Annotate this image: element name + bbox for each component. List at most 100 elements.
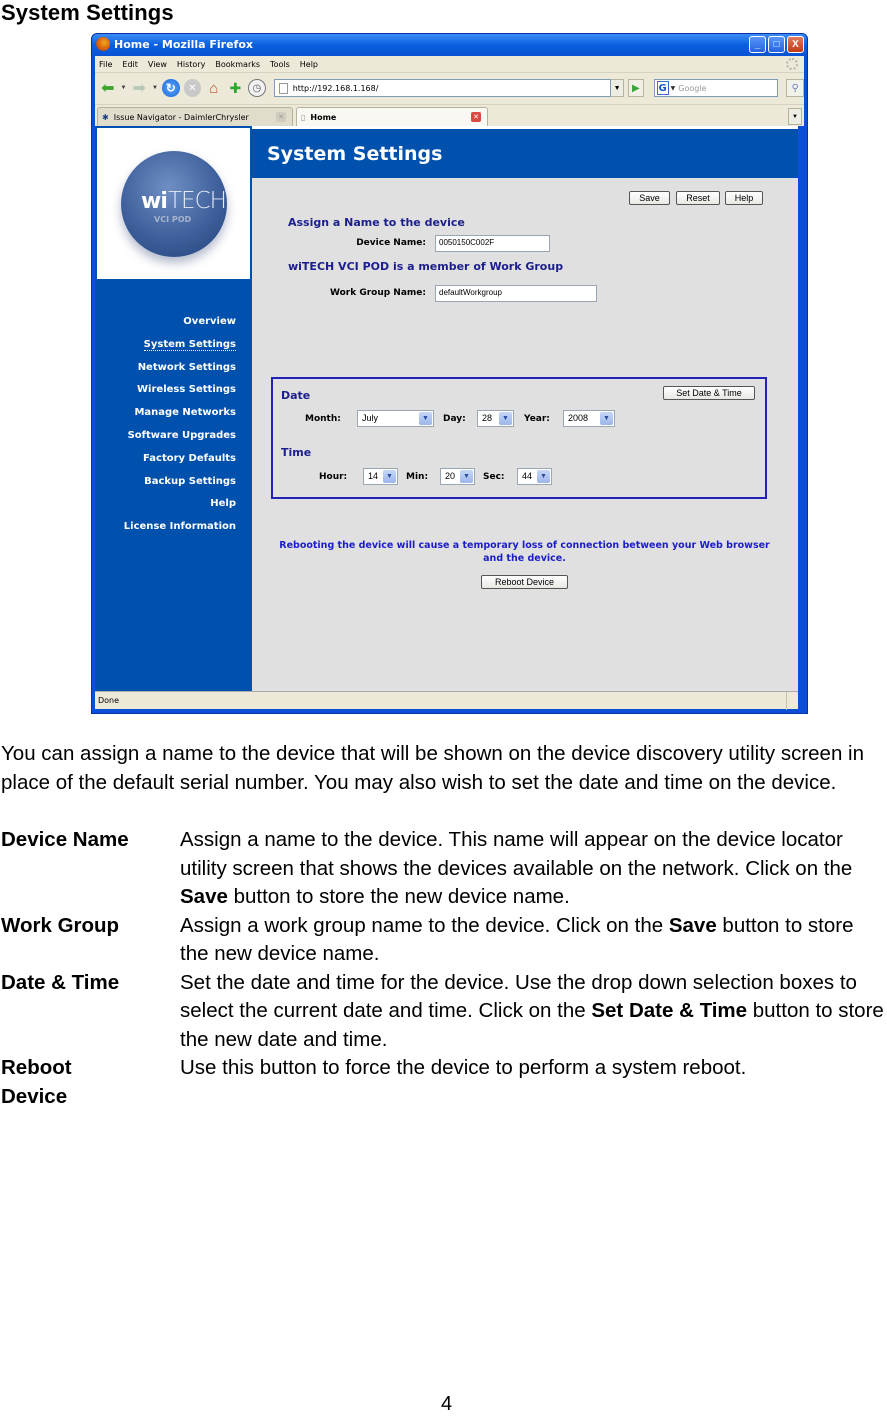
logo-wi: wi [141,189,168,214]
month-select[interactable]: July ▼ [357,410,434,427]
sidebar-item-wireless-settings[interactable]: Wireless Settings [124,384,236,407]
search-placeholder: Google [678,83,707,93]
witech-logo: wi TECH VCI POD [121,151,227,257]
logo-subtitle: VCI POD [154,215,192,224]
new-bookmark-icon[interactable]: ✚ [227,79,245,97]
definition-description: Set the date and time for the device. Us… [180,970,884,1051]
hour-select[interactable]: 14 ▼ [363,468,398,485]
tab-close-icon[interactable]: ✕ [471,112,481,122]
sidebar-item-license-information[interactable]: License Information [124,521,236,544]
hour-label: Hour: [319,472,348,482]
chevron-down-icon: ▼ [419,412,432,425]
browser-chrome: File Edit View History Bookmarks Tools H… [95,56,804,126]
search-engine-icon[interactable]: G [656,81,669,95]
save-button[interactable]: Save [629,191,670,205]
search-bar[interactable]: G ▼ Google [653,79,779,97]
sidebar-item-help[interactable]: Help [124,498,236,521]
device-name-label: Device Name: [356,238,426,248]
url-bar[interactable]: http://192.168.1.168/ [273,79,612,97]
definitions-list: Device Name Assign a name to the device.… [1,826,887,1111]
title-bar: Home - Mozilla Firefox _ □ X [92,34,807,56]
search-magnifier-icon[interactable]: ⚲ [786,79,804,97]
page-icon: ▯ [301,112,306,122]
maximize-button[interactable]: □ [768,36,785,53]
go-icon[interactable]: ▶ [627,79,644,97]
tab-label: Issue Navigator - DaimlerChrysler [113,112,249,122]
page-icon [278,83,288,94]
menu-help[interactable]: Help [300,60,318,69]
workgroup-name-input[interactable]: defaultWorkgroup [435,285,597,302]
minimize-button[interactable]: _ [749,36,766,53]
workgroup-name-label: Work Group Name: [329,288,426,298]
sidebar-item-software-upgrades[interactable]: Software Upgrades [124,430,236,453]
sidebar-item-system-settings[interactable]: System Settings [124,338,236,362]
date-time-panel: Date Set Date & Time Month: July ▼ Day: 2… [271,377,767,499]
sec-select[interactable]: 44 ▼ [517,468,552,485]
forward-history-dropdown-icon[interactable]: ▼ [152,85,158,91]
min-select[interactable]: 20 ▼ [440,468,475,485]
sidebar-nav: Overview System Settings Network Setting… [124,316,236,544]
stop-icon[interactable]: ✕ [183,79,202,97]
reboot-warning: Rebooting the device will cause a tempor… [279,540,770,564]
year-select[interactable]: 2008 ▼ [563,410,615,427]
sidebar-item-manage-networks[interactable]: Manage Networks [124,407,236,430]
page-banner: System Settings [252,126,798,178]
intro-paragraph: You can assign a name to the device that… [1,742,865,794]
definition-term: Work Group [1,913,120,937]
device-name-input[interactable]: 0050150C002F [435,235,550,252]
reset-button[interactable]: Reset [676,191,720,205]
definition-term: Device Name [1,828,129,851]
tab-bar: ✱ Issue Navigator - DaimlerChrysler ✕ ▯ … [95,104,804,126]
document-heading: System Settings [1,0,174,25]
home-icon[interactable]: ⌂ [205,79,223,97]
menu-tools[interactable]: Tools [270,60,290,69]
reboot-device-button[interactable]: Reboot Device [481,575,568,589]
main-content: System Settings Save Reset Help Assign a… [252,126,798,691]
close-button[interactable]: X [787,36,804,53]
logo-panel: wi TECH VCI POD [97,128,250,279]
chevron-down-icon: ▼ [383,470,396,483]
definition-device-name: Device Name Assign a name to the device.… [1,826,887,912]
status-bar: Done [95,691,798,710]
back-history-dropdown-icon[interactable]: ▼ [121,85,127,91]
tab-home[interactable]: ▯ Home ✕ [296,107,488,126]
sec-label: Sec: [483,472,505,482]
status-text: Done [98,696,120,705]
menu-bookmarks[interactable]: Bookmarks [215,60,260,69]
tab-close-icon[interactable]: ✕ [276,112,286,122]
year-label: Year: [524,414,550,424]
sidebar-item-factory-defaults[interactable]: Factory Defaults [124,453,236,476]
reload-icon[interactable]: ↻ [161,79,180,97]
menu-view[interactable]: View [148,60,167,69]
help-button[interactable]: Help [725,191,763,205]
url-text: http://192.168.1.168/ [292,83,379,93]
definition-term: Reboot Device [1,1056,72,1108]
back-icon[interactable]: ⬅ [99,79,117,97]
tab-issue-navigator[interactable]: ✱ Issue Navigator - DaimlerChrysler ✕ [97,107,293,126]
window-title: Home - Mozilla Firefox [114,38,253,51]
min-label: Min: [406,472,429,482]
menu-history[interactable]: History [177,60,205,69]
chevron-down-icon: ▼ [537,470,550,483]
search-engine-dropdown-icon[interactable]: ▼ [671,85,676,92]
sidebar-item-network-settings[interactable]: Network Settings [124,362,236,385]
tab-list-dropdown-icon[interactable]: ▼ [788,108,802,125]
chevron-down-icon: ▼ [460,470,473,483]
history-clock-icon[interactable]: ◷ [248,79,266,97]
forward-icon[interactable]: ➡ [130,79,148,97]
definition-work-group: Work Group Assign a work group name to t… [1,912,887,969]
month-label: Month: [305,414,341,424]
chevron-down-icon: ▼ [600,412,613,425]
resize-grip-icon[interactable] [786,692,798,710]
menu-edit[interactable]: Edit [122,60,138,69]
time-heading: Time [281,446,312,459]
menu-file[interactable]: File [99,60,112,69]
url-dropdown-icon[interactable]: ▼ [610,79,624,97]
day-select[interactable]: 28 ▼ [477,410,514,427]
navigation-toolbar: ⬅ ▼ ➡ ▼ ↻ ✕ ⌂ ✚ ◷ http://192.168.1.168/ … [95,74,804,102]
set-date-time-button[interactable]: Set Date & Time [663,386,755,400]
sidebar-item-backup-settings[interactable]: Backup Settings [124,476,236,499]
sidebar-item-overview[interactable]: Overview [124,316,236,339]
jira-icon: ✱ [102,112,109,122]
firefox-icon [96,37,110,51]
